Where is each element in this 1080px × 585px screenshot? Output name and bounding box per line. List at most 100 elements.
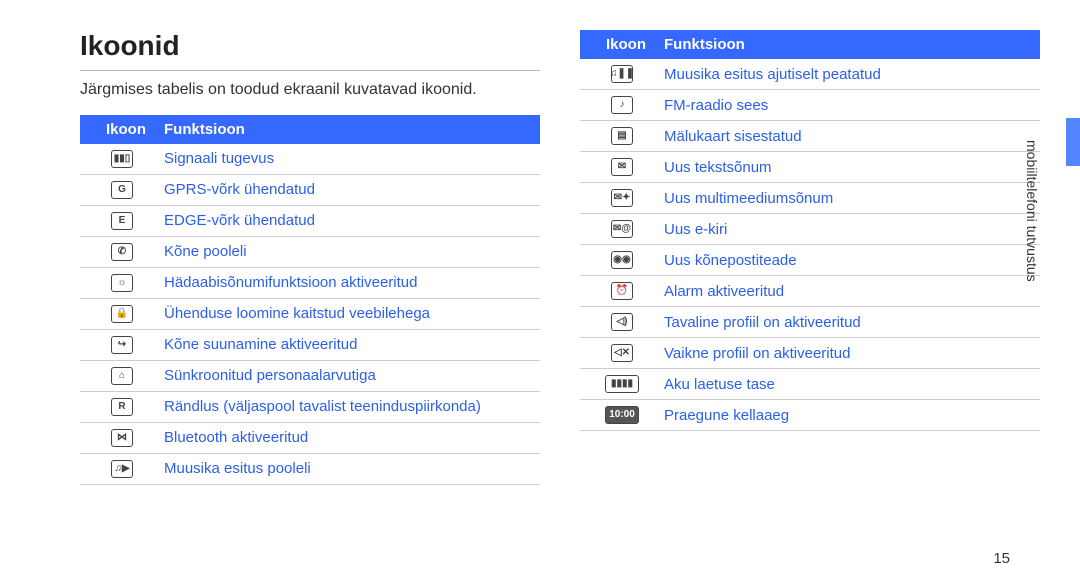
icon-cell: ◁✕ — [580, 344, 664, 362]
table-row: ♪FM-raadio sees — [580, 90, 1040, 121]
call-in-progress-icon: ✆ — [111, 243, 133, 261]
function-label: Kõne suunamine aktiveeritud — [164, 336, 540, 353]
icon-cell: ✉@ — [580, 220, 664, 238]
table-row: ▮▮▯ Signaali tugevus — [80, 144, 540, 175]
icon-cell: ▤ — [580, 127, 664, 145]
intro-text: Järgmises tabelis on toodud ekraanil kuv… — [80, 79, 540, 101]
icon-cell: 🔒 — [80, 305, 164, 323]
table-row: 10:00 Praegune kellaaeg — [580, 400, 1040, 431]
table-row: ⌂ Sünkroonitud personaalarvutiga — [80, 361, 540, 392]
table-row: ✉✦ Uus multimeediumsõnum — [580, 183, 1040, 214]
battery-icon: ▮▮▮▮ — [605, 375, 639, 393]
memory-card-icon: ▤ — [611, 127, 633, 145]
table-row: 🔒 Ühenduse loomine kaitstud veebilehega — [80, 299, 540, 330]
table-row: G GPRS-võrk ühendatud — [80, 175, 540, 206]
gprs-icon: G — [111, 181, 133, 199]
function-label: Alarm aktiveeritud — [664, 283, 1040, 300]
side-tab-marker — [1066, 118, 1080, 166]
table-row: R Rändlus (väljaspool tavalist teenindusp… — [80, 392, 540, 423]
function-label: Muusika esitus pooleli — [164, 460, 540, 477]
icon-cell: ♪ — [580, 96, 664, 114]
function-label: Mälukaart sisestatud — [664, 128, 1040, 145]
alarm-icon: ⏰ — [611, 282, 633, 300]
right-table-body: ♫❚❚Muusika esitus ajutiselt peatatud♪FM-… — [580, 59, 1040, 431]
table-row: ♫❚❚ Muusika esitus ajutiselt peatatud — [580, 59, 1040, 90]
icon-cell: ⋈ — [80, 429, 164, 447]
icon-cell: E — [80, 212, 164, 230]
function-label: Aku laetuse tase — [664, 376, 1040, 393]
icon-cell: ♫▶ — [80, 460, 164, 478]
icon-cell: G — [80, 181, 164, 199]
icon-cell: ✆ — [80, 243, 164, 261]
icon-cell: ◉◉ — [580, 251, 664, 269]
table-header-right: Ikoon Funktsioon — [580, 30, 1040, 59]
function-label: Muusika esitus ajutiselt peatatud — [664, 66, 1040, 83]
header-function-label: Funktsioon — [664, 36, 1040, 53]
function-label: Tavaline profiil on aktiveeritud — [664, 314, 1040, 331]
signal-strength-icon: ▮▮▯ — [111, 150, 133, 168]
function-label: Uus kõnepostiteade — [664, 252, 1040, 269]
new-mms-icon: ✉✦ — [611, 189, 633, 207]
function-label: Praegune kellaaeg — [664, 407, 1040, 424]
right-column: Ikoon Funktsioon ♫❚❚ Muusika esitus ajuti… — [580, 30, 1040, 485]
header-icon-label: Ikoon — [580, 36, 664, 53]
function-label: Uus tekstsõnum — [664, 159, 1040, 176]
table-row: ✉@ Uus e-kiri — [580, 214, 1040, 245]
function-label: GPRS-võrk ühendatud — [164, 181, 540, 198]
function-label: Bluetooth aktiveeritud — [164, 429, 540, 446]
header-function-label: Funktsioon — [164, 121, 540, 138]
icon-cell: ✉ — [580, 158, 664, 176]
music-pause-icon: ♫❚❚ — [611, 65, 633, 83]
table-row: ✆ Kõne pooleli — [80, 237, 540, 268]
icon-cell: ↪ — [80, 336, 164, 354]
music-play-icon: ♫▶ — [111, 460, 133, 478]
sync-pc-icon: ⌂ — [111, 367, 133, 385]
clock-icon: 10:00 — [605, 406, 639, 424]
sos-icon: ☼ — [111, 274, 133, 292]
normal-profile-icon: ◁) — [611, 313, 633, 331]
function-label: Hädaabisõnumifunktsioon aktiveeritud — [164, 274, 540, 291]
table-row: ↪ Kõne suunamine aktiveeritud — [80, 330, 540, 361]
function-label: Rändlus (väljaspool tavalist teeninduspi… — [164, 398, 540, 415]
new-sms-icon: ✉ — [611, 158, 633, 176]
table-row: ♫▶ Muusika esitus pooleli — [80, 454, 540, 485]
function-label: EDGE-võrk ühendatud — [164, 212, 540, 229]
icon-cell: ✉✦ — [580, 189, 664, 207]
table-row: ▮▮▮▮ Aku laetuse tase — [580, 369, 1040, 400]
icon-cell: ⏰ — [580, 282, 664, 300]
table-row: ◁✕Vaikne profiil on aktiveeritud — [580, 338, 1040, 369]
table-row: ▤ Mälukaart sisestatud — [580, 121, 1040, 152]
table-row: ◁) Tavaline profiil on aktiveeritud — [580, 307, 1040, 338]
table-row: E EDGE-võrk ühendatud — [80, 206, 540, 237]
function-label: Ühenduse loomine kaitstud veebilehega — [164, 305, 540, 322]
table-row: ☼ Hädaabisõnumifunktsioon aktiveeritud — [80, 268, 540, 299]
edge-icon: E — [111, 212, 133, 230]
table-header-left: Ikoon Funktsioon — [80, 115, 540, 144]
icon-cell: ▮▮▯ — [80, 150, 164, 168]
icon-cell: 10:00 — [580, 406, 664, 424]
function-label: Kõne pooleli — [164, 243, 540, 260]
function-label: Sünkroonitud personaalarvutiga — [164, 367, 540, 384]
icon-cell: ♫❚❚ — [580, 65, 664, 83]
icon-cell: ⌂ — [80, 367, 164, 385]
function-label: FM-raadio sees — [664, 97, 1040, 114]
roaming-icon: R — [111, 398, 133, 416]
function-label: Signaali tugevus — [164, 150, 540, 167]
new-email-icon: ✉@ — [611, 220, 633, 238]
left-column: Ikoonid Järgmises tabelis on toodud ekra… — [80, 30, 540, 485]
table-row: ⏰ Alarm aktiveeritud — [580, 276, 1040, 307]
function-label: Vaikne profiil on aktiveeritud — [664, 345, 1040, 362]
secure-web-icon: 🔒 — [111, 305, 133, 323]
bluetooth-icon: ⋈ — [111, 429, 133, 447]
icon-cell: ☼ — [80, 274, 164, 292]
left-table-body: ▮▮▯ Signaali tugevus G GPRS-võrk ühendatud E… — [80, 144, 540, 485]
function-label: Uus e-kiri — [664, 221, 1040, 238]
table-row: ⋈ Bluetooth aktiveeritud — [80, 423, 540, 454]
side-section-label: mobiiltelefoni tutvustus — [1024, 140, 1040, 282]
header-icon-label: Ikoon — [80, 121, 164, 138]
function-label: Uus multimeediumsõnum — [664, 190, 1040, 207]
voicemail-icon: ◉◉ — [611, 251, 633, 269]
table-row: ◉◉ Uus kõnepostiteade — [580, 245, 1040, 276]
table-row: ✉ Uus tekstsõnum — [580, 152, 1040, 183]
call-forward-icon: ↪ — [111, 336, 133, 354]
